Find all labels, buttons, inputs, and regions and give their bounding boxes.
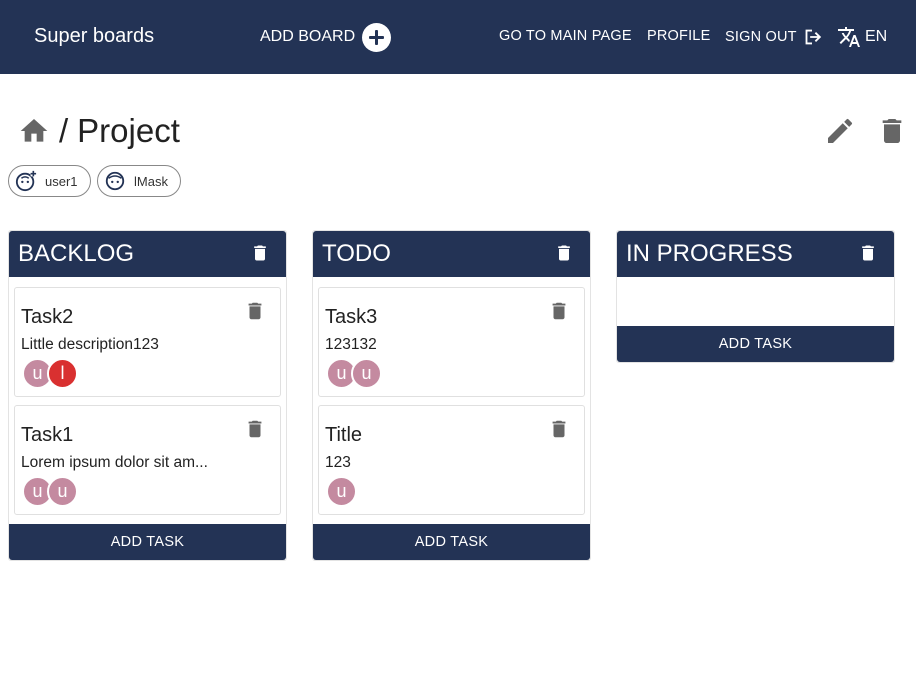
- task-description: 123132: [325, 336, 377, 353]
- delete-column-icon[interactable]: [250, 243, 270, 263]
- delete-task-icon[interactable]: [548, 300, 570, 322]
- app-header: Super boards ADD BOARD GO TO MAIN PAGE P…: [0, 0, 916, 74]
- add-task-button[interactable]: ADD TASK: [617, 326, 894, 362]
- translate-icon: [838, 27, 860, 47]
- logout-icon: [805, 29, 821, 45]
- face-icon: [105, 171, 125, 191]
- user-chip-label: user1: [45, 173, 78, 189]
- column-header: TODO: [313, 231, 590, 277]
- task-list: Task2 Little description123 u l Task1 Lo…: [9, 277, 286, 515]
- breadcrumb-separator: /: [59, 112, 69, 149]
- column-title[interactable]: IN PROGRESS: [626, 240, 793, 268]
- board-title: Project: [77, 112, 180, 149]
- task-card[interactable]: Task1 Lorem ipsum dolor sit am... u u: [14, 405, 281, 515]
- sign-out-button[interactable]: SIGN OUT: [725, 26, 823, 48]
- breadcrumb: / Project: [18, 112, 180, 150]
- column-in-progress: IN PROGRESS ADD TASK: [616, 230, 895, 363]
- delete-column-icon[interactable]: [858, 243, 878, 263]
- language-label: EN: [865, 28, 888, 45]
- avatar: l: [47, 358, 78, 389]
- language-switcher[interactable]: EN: [837, 25, 887, 49]
- delete-task-icon[interactable]: [244, 300, 266, 322]
- task-assignees: u: [326, 476, 357, 507]
- column-header: BACKLOG: [9, 231, 286, 277]
- task-assignees: u u: [22, 476, 78, 507]
- sign-out-label: SIGN OUT: [725, 29, 797, 45]
- add-board-button[interactable]: ADD BOARD: [260, 22, 392, 52]
- task-card[interactable]: Task3 123132 u u: [318, 287, 585, 397]
- go-to-main-page-link[interactable]: GO TO MAIN PAGE: [499, 28, 632, 44]
- task-description: 123: [325, 454, 351, 471]
- user-chip-label: lMask: [134, 173, 168, 189]
- delete-task-icon[interactable]: [548, 418, 570, 440]
- delete-task-icon[interactable]: [244, 418, 266, 440]
- task-title: Title: [325, 424, 363, 446]
- task-card[interactable]: Title 123 u: [318, 405, 585, 515]
- column-todo: TODO Task3 123132 u u Title 123 u ADD TA…: [312, 230, 591, 561]
- task-description: Lorem ipsum dolor sit am...: [21, 454, 208, 471]
- task-title: Task3: [325, 306, 378, 328]
- task-description: Little description123: [21, 336, 159, 353]
- home-icon[interactable]: [18, 115, 50, 147]
- delete-board-icon[interactable]: [876, 115, 908, 147]
- edit-board-icon[interactable]: [824, 115, 856, 147]
- avatar: u: [351, 358, 382, 389]
- task-card[interactable]: Task2 Little description123 u l: [14, 287, 281, 397]
- column-title[interactable]: TODO: [322, 240, 391, 268]
- face-add-icon: [15, 170, 37, 192]
- add-task-button[interactable]: ADD TASK: [313, 524, 590, 560]
- avatar: u: [326, 476, 357, 507]
- task-list: Task3 123132 u u Title 123 u: [313, 277, 590, 515]
- delete-column-icon[interactable]: [554, 243, 574, 263]
- task-title: Task2: [21, 306, 74, 328]
- user-chip[interactable]: lMask: [97, 165, 181, 197]
- task-assignees: u l: [22, 358, 78, 389]
- task-title: Task1: [21, 424, 74, 446]
- column-backlog: BACKLOG Task2 Little description123 u l …: [8, 230, 287, 561]
- app-logo[interactable]: Super boards: [34, 25, 154, 48]
- plus-circle-icon: [362, 22, 392, 52]
- user-chip[interactable]: user1: [8, 165, 91, 197]
- avatar: u: [47, 476, 78, 507]
- task-assignees: u u: [326, 358, 382, 389]
- empty-task-list: [617, 277, 894, 327]
- profile-link[interactable]: PROFILE: [647, 28, 710, 44]
- add-board-label: ADD BOARD: [260, 28, 356, 45]
- column-title[interactable]: BACKLOG: [18, 240, 134, 268]
- column-header: IN PROGRESS: [617, 231, 894, 277]
- add-task-button[interactable]: ADD TASK: [9, 524, 286, 560]
